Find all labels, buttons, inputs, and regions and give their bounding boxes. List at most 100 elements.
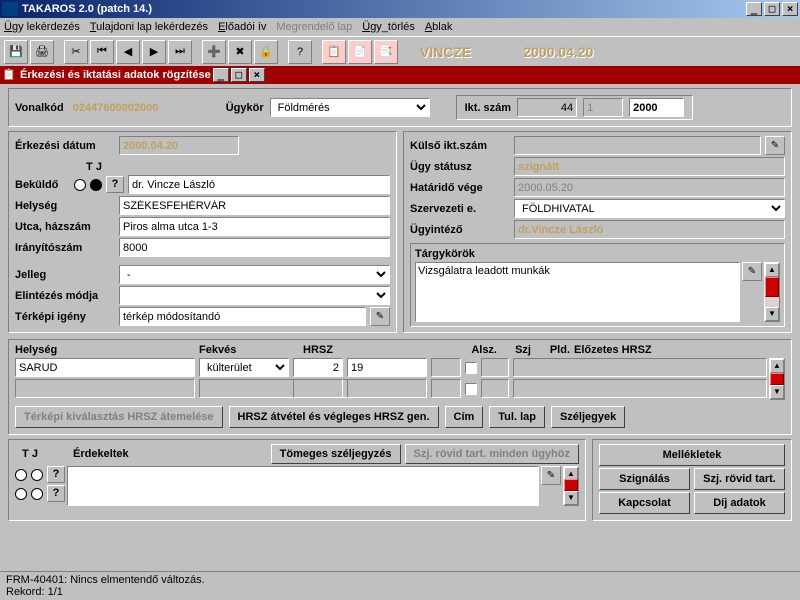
grid-alsz-input[interactable] — [431, 358, 461, 377]
menu-tulajdoni-lap[interactable]: Tulajdoni lap lekérdezés — [90, 21, 208, 33]
lock-icon[interactable]: 🔒 — [254, 40, 278, 64]
next-icon[interactable]: ▶ — [142, 40, 166, 64]
grid-elozetes-input-2[interactable] — [513, 379, 767, 398]
erdek-lookup-1[interactable]: ? — [47, 466, 65, 483]
ikt-sub-input[interactable] — [583, 98, 623, 117]
subwindow-icon: 📋 — [2, 68, 16, 82]
hrszatvetel-button[interactable]: HRSZ átvétel és végleges HRSZ gen. — [229, 406, 439, 428]
tool-b-icon[interactable]: 📄 — [348, 40, 372, 64]
ugykor-select[interactable]: Földmérés — [270, 98, 430, 117]
grid-pld-input[interactable] — [481, 358, 509, 377]
targykorok-scrollbar[interactable]: ▲▼ — [764, 262, 780, 322]
erdek-radio-t-1[interactable] — [15, 469, 27, 481]
tomeges-button[interactable]: Tömeges széljegyzés — [271, 444, 401, 464]
menu-ablak[interactable]: Ablak — [425, 21, 453, 33]
erdek-radio-j-2[interactable] — [31, 488, 43, 500]
erdekeltek-edit-button[interactable]: ✎ — [541, 466, 561, 485]
terkepigeny-input[interactable] — [119, 307, 366, 326]
grid-hrsz2-input-2[interactable] — [347, 379, 427, 398]
kulsoikt-edit-button[interactable]: ✎ — [765, 136, 785, 155]
irsz-label: Irányítószám — [15, 242, 115, 254]
elintezes-select[interactable] — [119, 286, 390, 305]
erdekeltek-label: Érdekeltek — [73, 448, 129, 460]
iktszam-label: Ikt. szám — [465, 102, 511, 114]
grid-header-elozetes: Előzetes HRSZ — [574, 344, 785, 356]
maximize-button[interactable]: □ — [764, 2, 780, 16]
cut-icon[interactable]: ✂ — [64, 40, 88, 64]
grid-scrollbar[interactable]: ▲▼ — [769, 358, 785, 400]
sub-minimize-button[interactable]: _ — [213, 68, 229, 82]
szervezeti-label: Szervezeti e. — [410, 203, 510, 215]
bekuldo-radio-j[interactable] — [90, 179, 102, 191]
mellekletek-button[interactable]: Mellékletek — [599, 444, 785, 466]
grid-helyseg-input-2[interactable] — [15, 379, 195, 398]
menu-ugy-torles[interactable]: Ügy_törlés — [362, 21, 415, 33]
kapcsolat-button[interactable]: Kapcsolat — [599, 492, 690, 514]
grid-elozetes-input[interactable] — [513, 358, 767, 377]
bekuldo-lookup-button[interactable]: ? — [106, 176, 124, 193]
erdek-radio-j-1[interactable] — [31, 469, 43, 481]
terkepigeny-edit-button[interactable]: ✎ — [370, 307, 390, 326]
grid-helyseg-input[interactable] — [15, 358, 195, 377]
app-icon — [2, 2, 18, 16]
minimize-button[interactable]: _ — [746, 2, 762, 16]
dijadatok-button[interactable]: Díj adatok — [694, 492, 785, 514]
szervezeti-select[interactable]: FÖLDHIVATAL — [514, 199, 785, 218]
erdekeltek-textarea[interactable] — [67, 466, 539, 506]
grid-header-fekves: Fekvés — [199, 344, 299, 356]
grid-hrsz1-input[interactable] — [293, 358, 343, 377]
ikt-num-input[interactable] — [517, 98, 577, 117]
jelleg-select[interactable]: - — [119, 265, 390, 284]
save-icon[interactable]: 💾 — [4, 40, 28, 64]
first-icon[interactable]: ⏮ — [90, 40, 114, 64]
print-icon[interactable]: 🖨 — [30, 40, 54, 64]
tool-a-icon[interactable]: 📋 — [322, 40, 346, 64]
menu-ugy-lekerdezes[interactable]: Ügy lekérdezés — [4, 21, 80, 33]
grid-fekves-select[interactable]: külterület — [199, 358, 289, 377]
new-icon[interactable]: ➕ — [202, 40, 226, 64]
szjrovid-button[interactable]: Szj. rövid tart. — [694, 468, 785, 490]
grid-alsz-input-2[interactable] — [431, 379, 461, 398]
help-icon[interactable]: ? — [288, 40, 312, 64]
erdek-radio-t-2[interactable] — [15, 488, 27, 500]
sub-close-button[interactable]: × — [249, 68, 265, 82]
last-icon[interactable]: ⏭ — [168, 40, 192, 64]
kulsoikt-input[interactable] — [514, 136, 761, 155]
delete-icon[interactable]: ✖ — [228, 40, 252, 64]
erdekeltek-scrollbar[interactable]: ▲▼ — [563, 466, 579, 506]
vonalkod-input[interactable] — [70, 98, 200, 117]
irsz-input[interactable] — [119, 238, 390, 257]
erdek-lookup-2[interactable]: ? — [47, 485, 65, 502]
tullap-button[interactable]: Tul. lap — [489, 406, 545, 428]
helyseg-input[interactable] — [119, 196, 390, 215]
menu-eloadoi-iv[interactable]: Előadói ív — [218, 21, 266, 33]
bekuldo-input[interactable] — [128, 175, 390, 194]
toolbar: 💾 🖨 ✂ ⏮ ◀ ▶ ⏭ ➕ ✖ 🔒 ? 📋 📄 📑 VINCZE 2000.… — [0, 36, 800, 66]
grid-szj-checkbox-2[interactable] — [465, 383, 477, 395]
hatarido-input[interactable] — [514, 178, 785, 197]
szignalas-button[interactable]: Szignálás — [599, 468, 690, 490]
grid-pld-input-2[interactable] — [481, 379, 509, 398]
bekuldo-radio-t[interactable] — [74, 179, 86, 191]
toolbar-user: VINCZE — [420, 44, 471, 60]
grid-header-helyseg: Helység — [15, 344, 195, 356]
tool-c-icon[interactable]: 📑 — [374, 40, 398, 64]
grid-hrsz2-input[interactable] — [347, 358, 427, 377]
toolbar-date: 2000.04.20 — [523, 44, 593, 60]
prev-icon[interactable]: ◀ — [116, 40, 140, 64]
grid-hrsz1-input-2[interactable] — [293, 379, 343, 398]
targykorok-textarea[interactable]: Vizsgálatra leadott munkák — [415, 262, 740, 322]
sub-maximize-button[interactable]: □ — [231, 68, 247, 82]
szjrovid-all-button: Szj. rövid tart. minden ügyhöz — [405, 444, 579, 464]
elintezes-label: Elintézés módja — [15, 290, 115, 302]
targykorok-edit-button[interactable]: ✎ — [742, 262, 762, 281]
ikt-year-input[interactable] — [629, 98, 684, 117]
erkdatum-input — [119, 136, 239, 155]
jelleg-label: Jelleg — [15, 269, 115, 281]
utca-input[interactable] — [119, 217, 390, 236]
grid-szj-checkbox[interactable] — [465, 362, 477, 374]
cim-button[interactable]: Cím — [445, 406, 484, 428]
close-button[interactable]: × — [782, 2, 798, 16]
szeljegyek-button[interactable]: Széljegyek — [551, 406, 625, 428]
hatarido-label: Határidő vége — [410, 182, 510, 194]
